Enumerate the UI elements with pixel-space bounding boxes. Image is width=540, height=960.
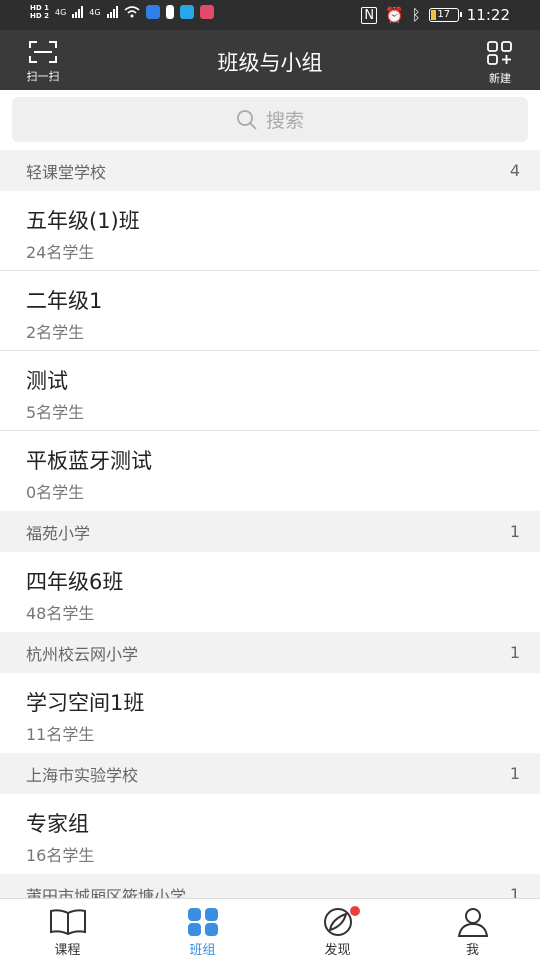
section-header: 福苑小学 1: [0, 511, 540, 552]
tab-me[interactable]: 我: [405, 899, 540, 960]
class-item[interactable]: 专家组 16名学生: [0, 794, 540, 874]
class-item[interactable]: 学习空间1班 11名学生: [0, 673, 540, 753]
student-count: 2名学生: [26, 323, 85, 342]
search-input[interactable]: 搜索: [12, 97, 528, 142]
section-header: 杭州校云网小学 1: [0, 632, 540, 673]
search-app-icon: [179, 5, 194, 19]
class-item[interactable]: 五年级(1)班 24名学生: [0, 191, 540, 271]
section-header: 上海市实验学校 1: [0, 753, 540, 794]
school-name: 上海市实验学校: [26, 765, 139, 785]
class-name: 专家组: [26, 812, 89, 836]
class-item[interactable]: 测试 5名学生: [0, 351, 540, 431]
search-icon: [237, 109, 257, 130]
page-title: 班级与小组: [217, 51, 323, 75]
network-label-2: 4G: [89, 7, 101, 17]
class-item[interactable]: 二年级1 2名学生: [0, 271, 540, 351]
class-name: 五年级(1)班: [26, 209, 140, 233]
wifi-icon: [124, 6, 140, 18]
nfc-icon: N: [361, 6, 378, 24]
shield-app-icon: [145, 5, 160, 19]
battery-icon: 17: [428, 8, 462, 22]
alarm-icon: ⏰: [385, 6, 404, 24]
sim-indicators: HD 1 HD 2: [30, 4, 49, 20]
school-class-count: 1: [509, 764, 520, 783]
class-item[interactable]: 四年级6班 48名学生: [0, 552, 540, 632]
battery-level: 17: [437, 9, 451, 20]
school-class-count: 1: [509, 522, 520, 541]
signal-icon-1: [72, 6, 84, 18]
new-button[interactable]: 新建: [484, 40, 516, 86]
app-header: 扫一扫 班级与小组 新建: [0, 30, 540, 90]
search-placeholder: 搜索: [265, 110, 304, 132]
school-name: 轻课堂学校: [26, 162, 107, 182]
tab-label: 班组: [189, 943, 216, 958]
class-list: 轻课堂学校 4 五年级(1)班 24名学生 二年级1 2名学生 测试 5名学生 …: [0, 150, 540, 915]
tab-course[interactable]: 课程: [0, 899, 135, 960]
tab-group[interactable]: 班组: [135, 899, 270, 960]
class-name: 学习空间1班: [26, 691, 145, 715]
school-name: 杭州校云网小学: [26, 644, 139, 664]
tab-label: 发现: [324, 943, 351, 958]
status-left: HD 1 HD 2 4G 4G: [30, 4, 214, 20]
class-name: 二年级1: [26, 289, 103, 313]
section-header: 轻课堂学校 4: [0, 150, 540, 191]
hd1-label: HD 1: [30, 4, 49, 12]
alert-app-icon: [165, 5, 174, 19]
grid-icon: [187, 908, 218, 936]
school-class-count: 1: [509, 643, 520, 662]
student-count: 5名学生: [26, 403, 85, 422]
bottom-tab-bar: 课程 班组 发现 我: [0, 898, 540, 960]
class-name: 测试: [26, 369, 68, 393]
tab-discover[interactable]: 发现: [270, 899, 405, 960]
class-name: 四年级6班: [26, 570, 124, 594]
book-icon: [49, 909, 86, 936]
network-label-1: 4G: [54, 7, 67, 17]
tab-label: 我: [465, 943, 479, 958]
school-class-count: 4: [509, 161, 520, 180]
signal-icon-2: [106, 6, 118, 18]
status-bar: HD 1 HD 2 4G 4G N ⏰ ᛒ 17 11:22: [0, 0, 540, 30]
student-count: 24名学生: [26, 243, 95, 262]
tab-label: 课程: [54, 943, 81, 958]
student-count: 11名学生: [26, 725, 95, 744]
status-right: N ⏰ ᛒ 17 11:22: [361, 6, 510, 24]
student-count: 48名学生: [26, 604, 95, 623]
student-count: 16名学生: [26, 846, 95, 865]
notification-badge: [350, 906, 360, 916]
class-item[interactable]: 平板蓝牙测试 0名学生: [0, 431, 540, 511]
person-icon: [457, 908, 488, 937]
student-count: 0名学生: [26, 483, 85, 502]
search-area: 搜索: [0, 90, 540, 150]
hd2-label: HD 2: [30, 12, 49, 20]
class-name: 平板蓝牙测试: [26, 449, 152, 473]
new-label: 新建: [489, 72, 511, 85]
new-grid-icon: [487, 41, 512, 65]
school-name: 福苑小学: [26, 523, 91, 543]
bluetooth-icon: ᛒ: [411, 6, 421, 24]
clock: 11:22: [466, 6, 510, 24]
photo-app-icon: [199, 5, 214, 19]
